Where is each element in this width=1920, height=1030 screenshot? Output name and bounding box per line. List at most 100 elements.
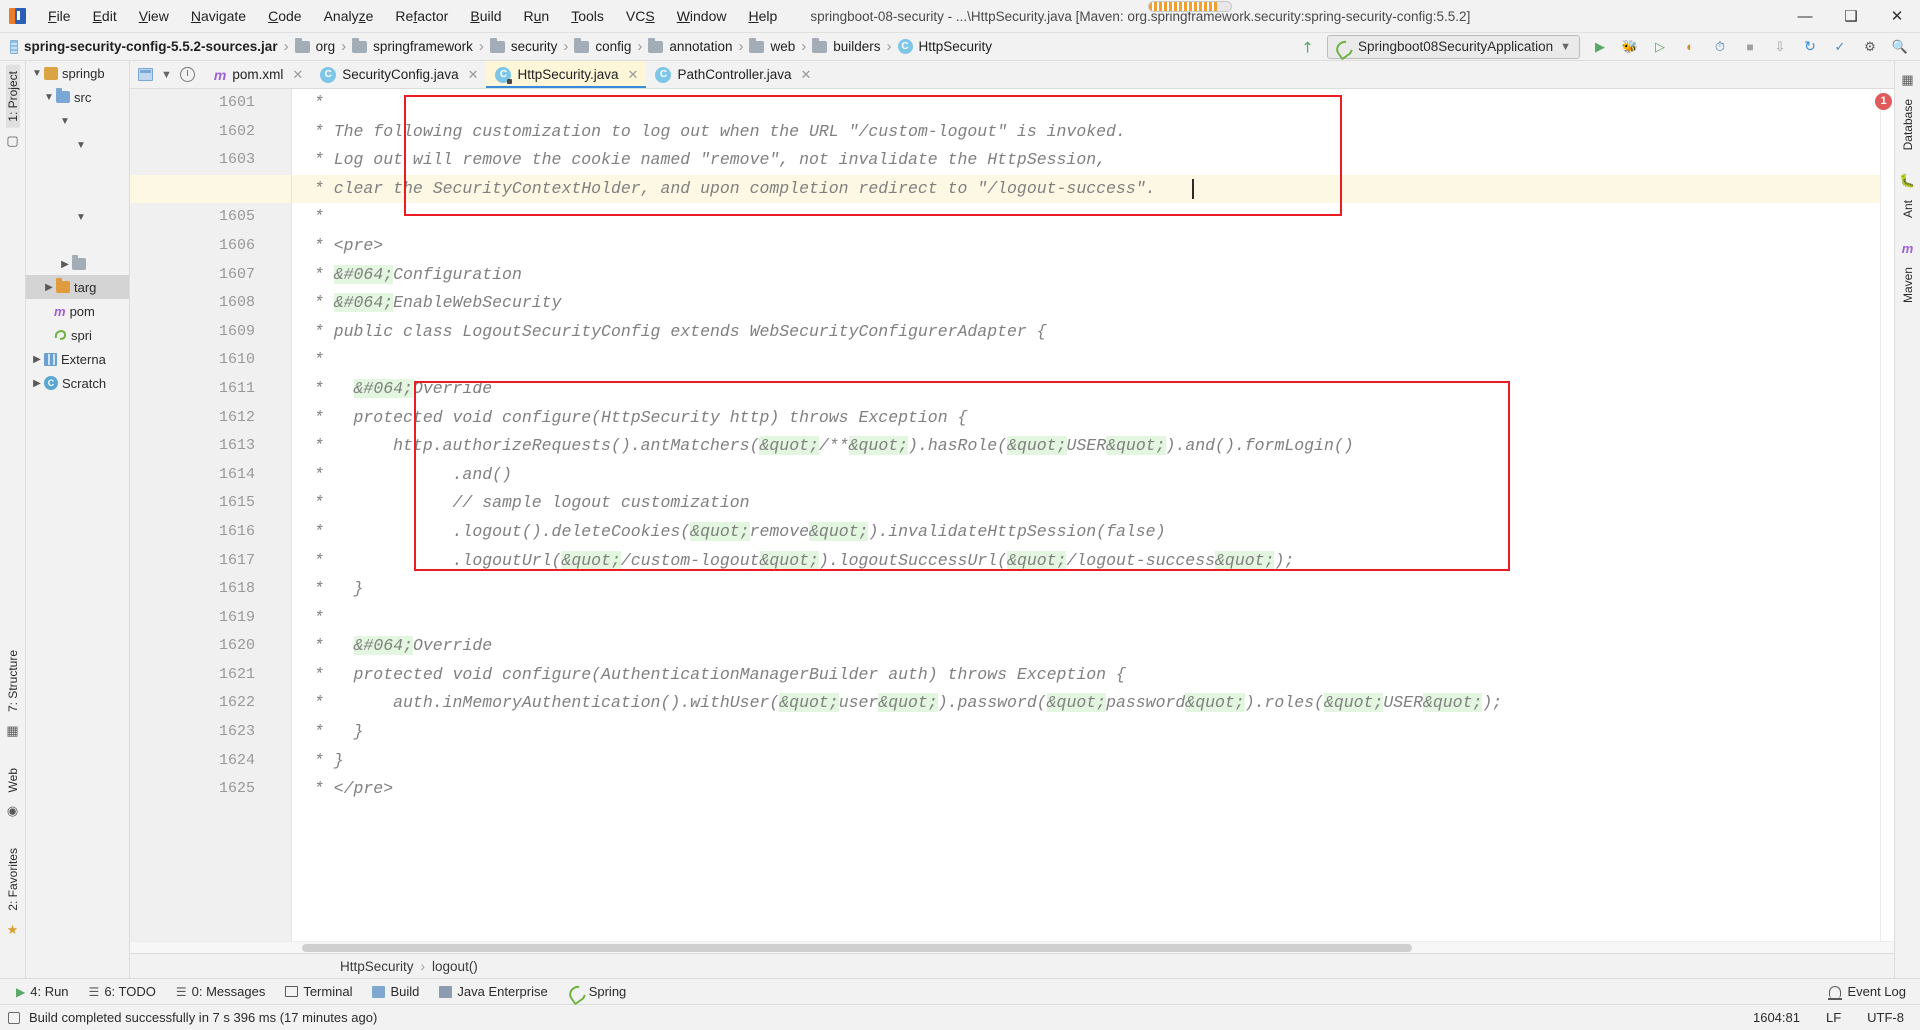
tree-node-test[interactable]: ▶ xyxy=(26,253,129,275)
menu-vcs[interactable]: VCS xyxy=(615,5,666,27)
chevron-right-icon[interactable]: ▶ xyxy=(30,378,44,389)
menu-navigate[interactable]: Navigate xyxy=(180,5,257,27)
menu-analyze[interactable]: Analyze xyxy=(313,5,385,27)
menu-view[interactable]: View xyxy=(128,5,180,27)
code-line[interactable]: * xyxy=(292,89,1880,118)
chevron-right-icon[interactable]: ▶ xyxy=(30,354,44,365)
sidebar-item-database[interactable]: Database xyxy=(1901,93,1915,156)
file-encoding[interactable]: UTF-8 xyxy=(1867,1010,1904,1025)
run-configuration-selector[interactable]: Springboot08SecurityApplication ▼ xyxy=(1326,34,1580,59)
code-line[interactable]: * </pre> xyxy=(292,775,1880,804)
code-line[interactable]: * xyxy=(292,203,1880,232)
chevron-down-icon[interactable]: ▼ xyxy=(74,140,88,151)
menu-refactor[interactable]: Refactor xyxy=(384,5,459,27)
sidebar-item-structure[interactable]: 7: Structure xyxy=(6,644,20,718)
menu-run[interactable]: Run xyxy=(512,5,560,27)
code-line[interactable]: * } xyxy=(292,718,1880,747)
debug-button[interactable]: 🐝 xyxy=(1616,35,1644,59)
tree-node-pom[interactable]: m pom xyxy=(26,299,129,323)
menu-code[interactable]: Code xyxy=(257,5,312,27)
breadcrumb-org[interactable]: org xyxy=(278,37,335,55)
line-separator[interactable]: LF xyxy=(1826,1010,1841,1025)
menu-window[interactable]: Window xyxy=(666,5,738,27)
tree-node-springcfg[interactable]: spri xyxy=(26,323,129,347)
code-line[interactable]: * .logoutUrl(&quot;/custom-logout&quot;)… xyxy=(292,547,1880,576)
menu-file[interactable]: File xyxy=(37,5,82,27)
stop-button[interactable]: ■ xyxy=(1736,35,1764,59)
tree-node-src[interactable]: ▼ src xyxy=(26,85,129,109)
menu-build[interactable]: Build xyxy=(459,5,512,27)
menu-edit[interactable]: Edit xyxy=(82,5,128,27)
bookmarks-icon[interactable]: ▢ xyxy=(6,133,18,149)
settings-button[interactable]: ⚙ xyxy=(1856,35,1884,59)
analyze-icon[interactable]: ▦ xyxy=(6,723,18,739)
chevron-down-icon[interactable]: ▼ xyxy=(74,212,88,223)
sidebar-item-project[interactable]: 1: Project xyxy=(5,65,20,128)
code-line[interactable]: * http.authorizeRequests().antMatchers(&… xyxy=(292,432,1880,461)
sidebar-item-maven[interactable]: Maven xyxy=(1901,261,1915,309)
code-line[interactable]: * xyxy=(292,604,1880,633)
breadcrumb-method[interactable]: logout() xyxy=(432,959,478,974)
menu-tools[interactable]: Tools xyxy=(560,5,615,27)
commit-button[interactable]: ✓ xyxy=(1826,35,1854,59)
tool-window-build[interactable]: Build xyxy=(362,982,429,1001)
error-marker-strip[interactable]: 1 xyxy=(1875,89,1894,941)
code-line[interactable]: * } xyxy=(292,575,1880,604)
run-button[interactable]: ▶ xyxy=(1586,35,1614,59)
chevron-down-icon[interactable]: ▼ xyxy=(42,92,56,103)
tab-httpsecurity-java[interactable]: C HttpSecurity.java ✕ xyxy=(486,61,647,88)
database-panel-icon[interactable]: ▦ xyxy=(1901,72,1913,88)
tool-window-run[interactable]: ▶ 4: Run xyxy=(6,982,79,1001)
chevron-right-icon[interactable]: ▶ xyxy=(58,259,72,270)
code-line[interactable]: * auth.inMemoryAuthentication().withUser… xyxy=(292,689,1880,718)
maximize-button[interactable]: ❑ xyxy=(1828,0,1874,33)
sidebar-item-web[interactable]: Web xyxy=(6,762,20,798)
tool-window-messages[interactable]: ☰ 0: Messages xyxy=(166,982,275,1001)
code-line[interactable]: * clear the SecurityContextHolder, and u… xyxy=(292,175,1880,204)
code-line[interactable]: * &#064;Configuration xyxy=(292,261,1880,290)
code-line[interactable]: * .logout().deleteCookies(&quot;remove&q… xyxy=(292,518,1880,547)
tree-node-pkg2[interactable] xyxy=(26,181,129,205)
breadcrumb-config[interactable]: config xyxy=(557,37,631,55)
ant-icon[interactable]: 🐛 xyxy=(1899,173,1915,189)
tool-window-todo[interactable]: ☰ 6: TODO xyxy=(79,982,166,1001)
code-line[interactable]: * } xyxy=(292,747,1880,776)
tree-node-target[interactable]: ▶ targ xyxy=(26,275,129,299)
tab-pathcontroller-java[interactable]: C PathController.java ✕ xyxy=(646,61,819,88)
close-icon[interactable]: ✕ xyxy=(628,67,639,83)
profiler-button[interactable]: ◐ xyxy=(1676,35,1704,59)
breadcrumb-httpsecurity[interactable]: C HttpSecurity xyxy=(881,38,992,55)
code-line[interactable]: * public class LogoutSecurityConfig exte… xyxy=(292,318,1880,347)
sidebar-item-favorites[interactable]: 2: Favorites xyxy=(6,842,20,917)
chevron-down-icon[interactable]: ▼ xyxy=(30,68,44,79)
breadcrumb-class[interactable]: HttpSecurity xyxy=(340,959,414,974)
code-line[interactable]: * &#064;EnableWebSecurity xyxy=(292,289,1880,318)
tree-node-scratches[interactable]: ▶ C Scratch xyxy=(26,371,129,395)
breadcrumb-springframework[interactable]: springframework xyxy=(335,37,473,55)
tool-window-spring[interactable]: Spring xyxy=(558,982,637,1001)
tab-securityconfig-java[interactable]: C SecurityConfig.java ✕ xyxy=(311,61,486,88)
breadcrumb-builders[interactable]: builders xyxy=(795,37,881,55)
navigate-back-icon[interactable]: ↗ xyxy=(1293,35,1321,59)
breadcrumb-security[interactable]: security xyxy=(473,37,557,55)
horizontal-scrollbar[interactable] xyxy=(130,941,1894,953)
chevron-down-icon[interactable]: ▼ xyxy=(58,116,72,127)
code-line[interactable]: * xyxy=(292,346,1880,375)
code-line[interactable]: * protected void configure(HttpSecurity … xyxy=(292,404,1880,433)
search-everywhere-icon[interactable]: 🔍 xyxy=(1886,35,1914,59)
tree-node-module[interactable]: ▼ springb xyxy=(26,61,129,85)
minimize-button[interactable]: — xyxy=(1782,0,1828,33)
run-dashboard-button[interactable]: ⏱ xyxy=(1706,35,1734,59)
tool-window-terminal[interactable]: Terminal xyxy=(275,982,362,1001)
tool-window-java-enterprise[interactable]: Java Enterprise xyxy=(429,982,557,1001)
code-line[interactable]: * <pre> xyxy=(292,232,1880,261)
tree-node-external-libraries[interactable]: ▶ Externa xyxy=(26,347,129,371)
tree-node-java[interactable]: ▼ xyxy=(26,133,129,157)
globe-icon[interactable]: ◉ xyxy=(7,803,18,819)
event-log-button[interactable]: Event Log xyxy=(1828,984,1920,1000)
chevron-down-icon[interactable]: ▼ xyxy=(161,69,172,81)
run-with-coverage-button[interactable]: ▷ xyxy=(1646,35,1674,59)
close-icon[interactable]: ✕ xyxy=(292,67,303,83)
code-editor[interactable]: 1601160216031604160516061607160816091610… xyxy=(130,89,1894,941)
close-icon[interactable]: ✕ xyxy=(801,67,812,83)
